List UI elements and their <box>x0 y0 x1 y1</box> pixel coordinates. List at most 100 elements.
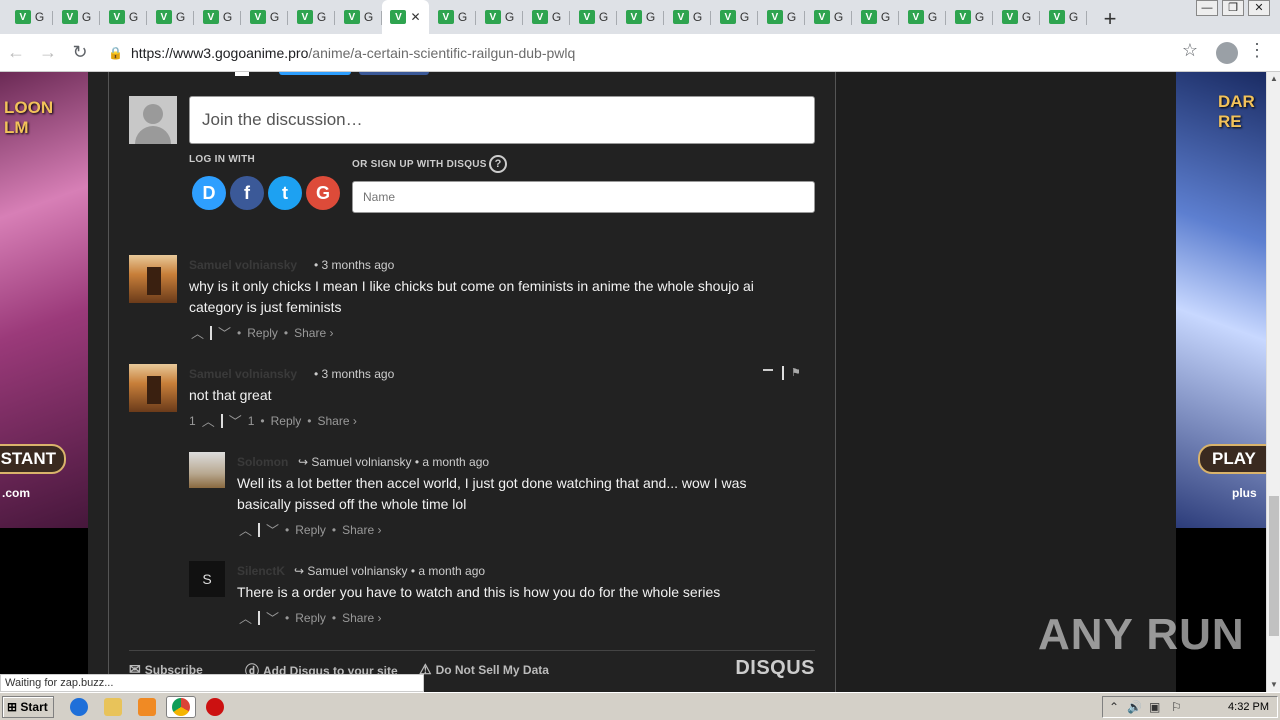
tray-expand-icon[interactable]: ⌃ <box>1109 700 1119 714</box>
folder-icon[interactable] <box>104 698 122 716</box>
scroll-down-icon[interactable]: ▼ <box>1267 678 1280 692</box>
minimize-button[interactable]: — <box>1196 0 1218 16</box>
upvote-icon[interactable]: ︿ <box>202 411 215 430</box>
address-bar[interactable]: https://www3.gogoanime.pro/anime/a-certa… <box>131 45 575 61</box>
browser-tab[interactable]: VG <box>946 3 993 31</box>
commenter-avatar[interactable] <box>189 452 225 488</box>
browser-tab[interactable]: VG <box>100 3 147 31</box>
browser-tab[interactable]: VG <box>711 3 758 31</box>
browser-tab[interactable]: VG <box>899 3 946 31</box>
new-tab-button[interactable]: + <box>1095 4 1125 34</box>
share-link[interactable]: Share › <box>294 326 333 340</box>
browser-tab[interactable]: VG <box>570 3 617 31</box>
browser-tab[interactable]: VG <box>194 3 241 31</box>
scroll-up-icon[interactable]: ▲ <box>1267 72 1280 86</box>
name-input[interactable] <box>352 181 815 213</box>
disqus-logo[interactable]: DISQUS <box>735 657 815 680</box>
browser-tab[interactable]: VG <box>1040 3 1087 31</box>
reply-to-author[interactable]: Samuel volniansky <box>307 564 407 578</box>
browser-tab[interactable]: VG <box>476 3 523 31</box>
reload-button[interactable]: ↻ <box>64 37 96 69</box>
comment-author[interactable]: Samuel volniansky <box>189 258 297 272</box>
twitter-login-icon[interactable]: t <box>268 176 302 210</box>
share-link[interactable]: Share › <box>342 523 381 537</box>
upvote-icon[interactable]: ︿ <box>191 323 204 342</box>
reply-to[interactable]: ↪ Samuel volniansky • a month ago <box>298 455 489 469</box>
reply-link[interactable]: Reply <box>295 523 326 537</box>
main-content: Join the discussion… LOG IN WITH OR SIGN… <box>88 72 1176 692</box>
browser-tab[interactable]: VG <box>852 3 899 31</box>
profile-avatar[interactable] <box>1216 42 1238 64</box>
reply-to[interactable]: ↪ Samuel volniansky • a month ago <box>294 564 485 578</box>
security-icon[interactable] <box>206 698 224 716</box>
disqus-login-icon[interactable]: D <box>192 176 226 210</box>
browser-tab[interactable]: VG <box>288 3 335 31</box>
comment-timestamp[interactable]: • 3 months ago <box>314 367 394 381</box>
flag-tray-icon[interactable]: ⚐ <box>1171 700 1182 714</box>
volume-icon[interactable]: 🔊 <box>1127 700 1142 714</box>
browser-tab[interactable]: VG <box>6 3 53 31</box>
comment-timestamp[interactable]: • a month ago <box>411 564 485 578</box>
comment-author[interactable]: Samuel volniansky <box>189 367 297 381</box>
page-scrollbar[interactable]: ▲ ▼ <box>1266 72 1280 692</box>
clock[interactable]: 4:32 PM <box>1228 701 1269 713</box>
browser-tab[interactable]: VG <box>241 3 288 31</box>
upvote-icon[interactable]: ︿ <box>239 520 252 539</box>
browser-tab[interactable]: VG <box>617 3 664 31</box>
right-ad-cta[interactable]: PLAY <box>1198 444 1266 474</box>
commenter-avatar[interactable]: S <box>189 561 225 597</box>
commenter-avatar[interactable] <box>129 255 177 303</box>
network-icon[interactable]: ▣ <box>1149 700 1160 714</box>
start-button[interactable]: ⊞ Start <box>2 696 54 718</box>
bookmark-star-icon[interactable]: ☆ <box>1182 40 1198 61</box>
browser-tab[interactable]: VG <box>805 3 852 31</box>
share-link[interactable]: Share › <box>318 414 357 428</box>
comment-author[interactable]: SilenctK <box>237 564 285 578</box>
comment-timestamp[interactable]: • a month ago <box>415 455 489 469</box>
browser-tab[interactable]: V ✕ <box>382 0 429 34</box>
forward-button[interactable]: → <box>32 37 64 69</box>
close-tab-icon[interactable]: ✕ <box>410 10 420 24</box>
comment-author[interactable]: Solomon <box>237 455 288 469</box>
left-ad-cta[interactable]: STANT <box>0 444 66 474</box>
commenter-avatar[interactable] <box>129 364 177 412</box>
lock-icon[interactable]: 🔒 <box>108 46 123 60</box>
downvote-icon[interactable]: ﹀ <box>266 608 279 627</box>
close-window-button[interactable]: ✕ <box>1248 0 1270 16</box>
browser-tab[interactable]: VG <box>53 3 100 31</box>
browser-tab[interactable]: VG <box>335 3 382 31</box>
left-ad-banner[interactable]: LOON LM STANT .com <box>0 72 88 528</box>
browser-tab[interactable]: VG <box>429 3 476 31</box>
top-button-stub[interactable] <box>279 72 351 75</box>
downvote-icon[interactable]: ﹀ <box>218 323 231 342</box>
downvote-icon[interactable]: ﹀ <box>229 411 242 430</box>
back-button[interactable]: ← <box>0 37 32 69</box>
browser-tab[interactable]: VG <box>523 3 570 31</box>
reply-link[interactable]: Reply <box>295 611 326 625</box>
collapse-icon[interactable] <box>763 369 773 371</box>
browser-tab[interactable]: VG <box>993 3 1040 31</box>
help-icon[interactable]: ? <box>489 155 507 173</box>
join-discussion-input[interactable]: Join the discussion… <box>189 96 815 144</box>
menu-icon[interactable]: ⋮ <box>1248 40 1266 61</box>
restore-button[interactable]: ❐ <box>1222 0 1244 16</box>
reply-to-author[interactable]: Samuel volniansky <box>311 455 411 469</box>
do-not-sell-link[interactable]: ⚠ Do Not Sell My Data <box>419 661 549 678</box>
top-button-stub[interactable] <box>359 72 429 75</box>
reply-link[interactable]: Reply <box>271 414 302 428</box>
share-link[interactable]: Share › <box>342 611 381 625</box>
facebook-login-icon[interactable]: f <box>230 176 264 210</box>
reply-link[interactable]: Reply <box>247 326 278 340</box>
media-player-icon[interactable] <box>138 698 156 716</box>
scrollbar-thumb[interactable] <box>1269 496 1279 636</box>
flag-icon[interactable]: ⚑ <box>791 366 801 379</box>
comment-timestamp[interactable]: • 3 months ago <box>314 258 394 272</box>
right-ad-banner[interactable]: DAR RE PLAY plus <box>1176 72 1266 528</box>
downvote-icon[interactable]: ﹀ <box>266 520 279 539</box>
browser-tab[interactable]: VG <box>147 3 194 31</box>
google-login-icon[interactable]: G <box>306 176 340 210</box>
browser-tab[interactable]: VG <box>664 3 711 31</box>
browser-tab[interactable]: VG <box>758 3 805 31</box>
upvote-icon[interactable]: ︿ <box>239 608 252 627</box>
ie-icon[interactable] <box>70 698 88 716</box>
